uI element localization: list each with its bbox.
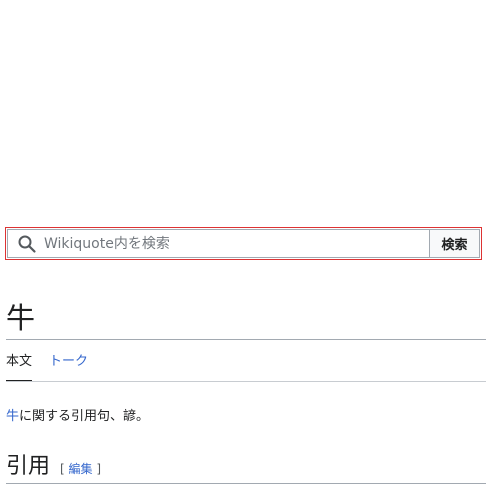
intro-paragraph: 牛に関する引用句、諺。 bbox=[6, 407, 149, 427]
section-divider bbox=[6, 483, 486, 484]
search-box bbox=[7, 229, 429, 258]
search-button[interactable]: 検索 bbox=[429, 229, 480, 258]
section-edit: [ 編集 ] bbox=[60, 460, 101, 477]
tabs-divider bbox=[6, 381, 486, 382]
intro-link[interactable]: 牛 bbox=[6, 409, 19, 424]
page-tabs: 本文 トーク bbox=[6, 352, 105, 382]
tab-talk[interactable]: トーク bbox=[49, 352, 88, 382]
search-input[interactable] bbox=[44, 230, 429, 257]
search-form: 検索 bbox=[5, 227, 482, 260]
edit-bracket-open: [ bbox=[60, 462, 65, 476]
section-heading: 引用 [ 編集 ] bbox=[6, 452, 101, 482]
title-divider bbox=[6, 339, 486, 340]
page-title: 牛 bbox=[6, 301, 36, 335]
search-icon bbox=[17, 234, 37, 254]
tab-main[interactable]: 本文 bbox=[6, 352, 33, 382]
edit-bracket-close: ] bbox=[96, 462, 102, 476]
section-title: 引用 bbox=[6, 454, 51, 479]
edit-link[interactable]: 編集 bbox=[69, 462, 93, 476]
page: 検索 牛 本文 トーク 牛に関する引用句、諺。 引用 [ 編集 ] bbox=[0, 0, 486, 486]
intro-text: に関する引用句、諺。 bbox=[19, 409, 150, 424]
